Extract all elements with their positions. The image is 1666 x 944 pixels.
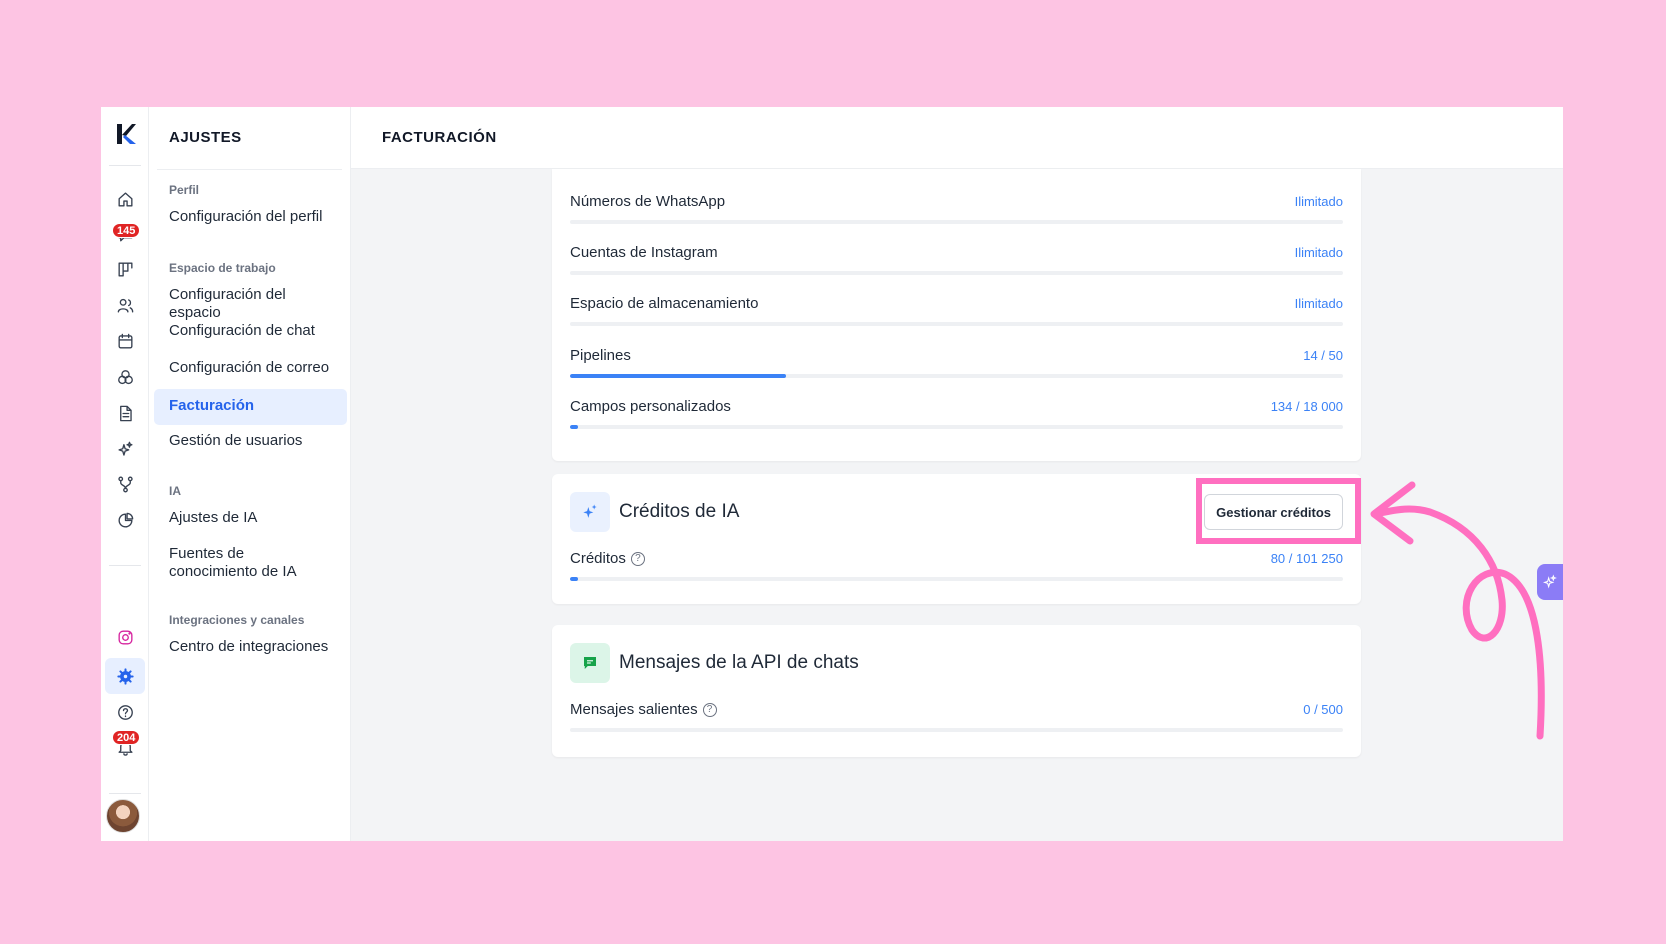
- analytics-icon[interactable]: [111, 506, 139, 534]
- nav-item-integrations-center[interactable]: Centro de integraciones: [154, 630, 347, 664]
- calendar-icon[interactable]: [111, 327, 139, 355]
- main-content: FACTURACIÓN Números de WhatsApp Ilimitad…: [351, 107, 1563, 841]
- limit-progress-track: [570, 374, 1343, 378]
- settings-nav: AJUSTES Perfil Configuración del perfil …: [149, 107, 351, 841]
- limit-value: 134 / 18 000: [1270, 399, 1343, 414]
- help-icon[interactable]: [111, 698, 139, 726]
- outgoing-label-wrap: Mensajes salientes ?: [570, 701, 717, 718]
- ai-assistant-button[interactable]: [1537, 564, 1563, 600]
- board-icon[interactable]: [111, 255, 139, 283]
- home-icon[interactable]: [111, 185, 139, 213]
- ai-credits-header: Créditos de IA: [570, 492, 739, 532]
- credits-value: 80 / 101 250: [1270, 551, 1343, 566]
- credits-progress-fill: [570, 577, 578, 581]
- limit-label: Pipelines: [570, 347, 631, 364]
- limit-value: Ilimitado: [1294, 245, 1343, 260]
- limit-value: 14 / 50: [1303, 348, 1343, 363]
- nav-section-profile: Perfil: [169, 183, 200, 197]
- chat-badge: 145: [112, 223, 141, 238]
- sparkles-icon: [1542, 574, 1557, 589]
- rail-divider: [109, 793, 141, 794]
- nav-item-profile-settings[interactable]: Configuración del perfil: [154, 200, 347, 234]
- ai-credits-card: Créditos de IA Gestionar créditos Crédit…: [552, 474, 1361, 604]
- page-title: FACTURACIÓN: [382, 129, 497, 146]
- nav-item-chat-settings[interactable]: Configuración de chat: [154, 314, 347, 348]
- api-messages-card: Mensajes de la API de chats Mensajes sal…: [552, 625, 1361, 757]
- plan-limits-card: Números de WhatsApp Ilimitado Cuentas de…: [552, 169, 1361, 461]
- segments-icon[interactable]: [111, 363, 139, 391]
- nav-item-ai-knowledge-sources[interactable]: Fuentes de conocimiento de IA: [154, 537, 347, 589]
- api-messages-header: Mensajes de la API de chats: [570, 643, 859, 683]
- limit-progress-fill: [570, 425, 578, 429]
- page-header: FACTURACIÓN: [351, 107, 1563, 169]
- manage-credits-button[interactable]: Gestionar créditos: [1204, 494, 1343, 530]
- question-icon[interactable]: ?: [630, 551, 645, 566]
- credits-label: Créditos: [570, 550, 626, 567]
- automation-icon[interactable]: [111, 470, 139, 498]
- limit-progress-fill: [570, 374, 787, 378]
- api-messages-title: Mensajes de la API de chats: [619, 652, 859, 673]
- sparkles-icon[interactable]: [111, 435, 139, 463]
- nav-item-email-settings[interactable]: Configuración de correo: [154, 351, 347, 385]
- limit-progress-track: [570, 271, 1343, 275]
- outgoing-messages-value: 0 / 500: [1303, 702, 1343, 717]
- credits-progress-track: [570, 577, 1343, 581]
- contacts-icon[interactable]: [111, 291, 139, 319]
- icon-rail: 145 204: [101, 107, 149, 841]
- question-icon[interactable]: ?: [702, 702, 717, 717]
- limit-value: Ilimitado: [1294, 296, 1343, 311]
- ai-credits-title: Créditos de IA: [619, 501, 740, 522]
- rail-divider: [109, 165, 141, 166]
- rail-divider: [109, 565, 141, 566]
- limit-label: Espacio de almacenamiento: [570, 295, 759, 312]
- nav-section-workspace: Espacio de trabajo: [169, 261, 276, 275]
- nav-section-integrations: Integraciones y canales: [169, 613, 305, 627]
- nav-item-user-management[interactable]: Gestión de usuarios: [154, 424, 347, 458]
- limit-label: Campos personalizados: [570, 398, 731, 415]
- app-window: 145 204 AJUSTES Perfil Configuración del…: [101, 107, 1563, 841]
- limit-label: Cuentas de Instagram: [570, 244, 718, 261]
- nav-divider: [157, 169, 342, 170]
- nav-item-ai-settings[interactable]: Ajustes de IA: [154, 501, 347, 535]
- outgoing-messages-label: Mensajes salientes: [570, 701, 698, 718]
- settings-title: AJUSTES: [169, 129, 242, 146]
- limit-label: Números de WhatsApp: [570, 193, 726, 210]
- ai-sparkles-icon: [570, 492, 610, 532]
- outgoing-progress-track: [570, 728, 1343, 732]
- limit-progress-track: [570, 220, 1343, 224]
- document-icon[interactable]: [111, 399, 139, 427]
- limit-value: Ilimitado: [1294, 194, 1343, 209]
- settings-icon[interactable]: [105, 658, 145, 694]
- limit-progress-track: [570, 425, 1343, 429]
- app-logo[interactable]: [110, 119, 140, 149]
- nav-item-billing[interactable]: Facturación: [154, 389, 347, 425]
- nav-section-ai: IA: [169, 484, 181, 498]
- limit-progress-track: [570, 322, 1343, 326]
- notifications-badge: 204: [112, 730, 141, 745]
- avatar[interactable]: [106, 799, 140, 833]
- credits-label-wrap: Créditos ?: [570, 550, 645, 567]
- message-icon: [570, 643, 610, 683]
- instagram-icon[interactable]: [111, 623, 139, 651]
